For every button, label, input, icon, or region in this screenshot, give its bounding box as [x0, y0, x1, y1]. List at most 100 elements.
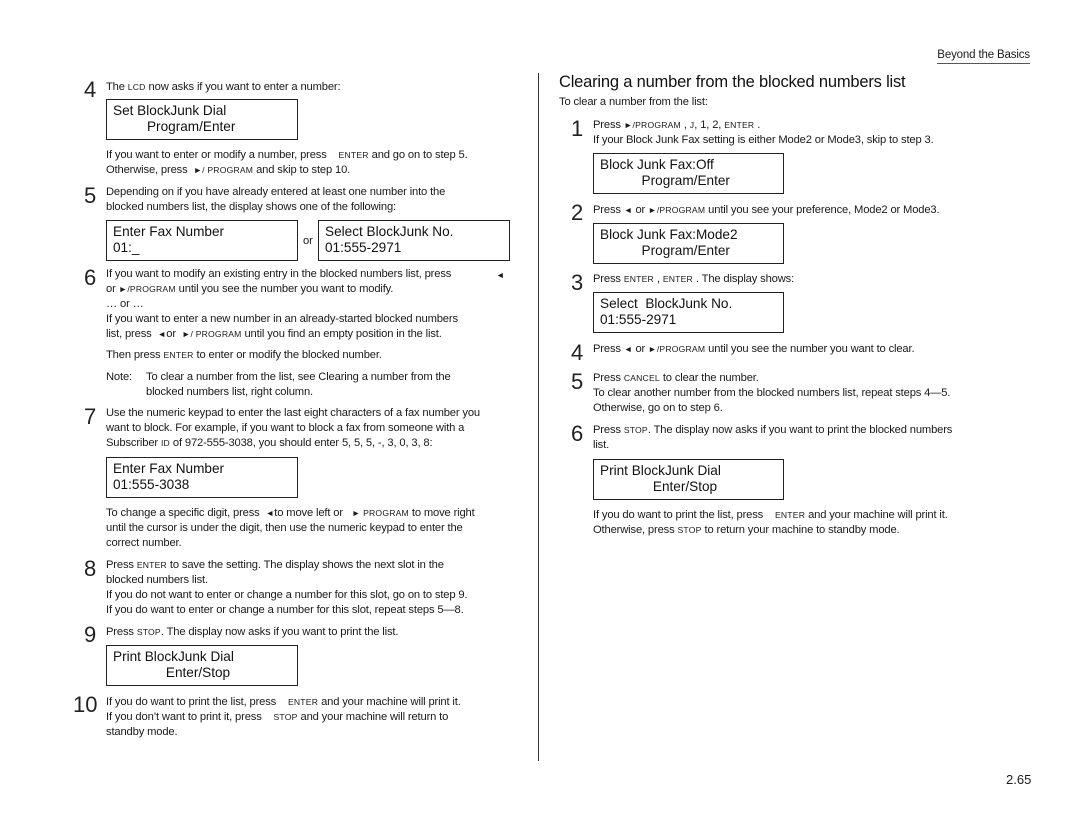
text: until you see the number you want to mod…	[175, 283, 394, 295]
key-label: ENTER	[724, 120, 755, 130]
lcd-display: Select BlockJunk No. 01:555-2971	[318, 220, 510, 261]
text: To change a specific digit, press	[106, 507, 263, 519]
key-label: ENTER	[287, 697, 319, 707]
key-label: ►/ PROGRAM	[193, 165, 254, 175]
lcd-line: 01:555-2971	[600, 312, 677, 327]
note-label: Note:	[106, 371, 132, 383]
step-text: If you want to enter a new number in an …	[106, 313, 458, 325]
step-text: Then press ENTER to enter or modify the …	[106, 348, 382, 363]
column-divider	[538, 73, 540, 761]
text: and your machine will print it.	[318, 696, 461, 708]
lcd-line: 01:_	[113, 240, 140, 255]
step-number: 6	[84, 265, 97, 290]
text: or	[166, 328, 179, 340]
key-label: ► PROGRAM	[351, 508, 409, 518]
note-text: blocked numbers list, right column.	[146, 386, 313, 398]
text: Press	[593, 343, 624, 355]
step-text: Use the numeric keypad to enter the last…	[106, 407, 481, 419]
text: now asks if you want to enter a number:	[145, 81, 341, 93]
step-text: If you do want to print the list, press …	[106, 695, 461, 710]
step-text: To clear another number from the blocked…	[593, 387, 951, 399]
step-text: Press STOP. The display now asks if you …	[106, 625, 398, 640]
step-number: 4	[571, 340, 584, 365]
lcd-line: Set BlockJunk Dial	[113, 103, 227, 118]
lcd-line: Select BlockJunk No.	[325, 224, 454, 239]
step-number: 4	[84, 77, 97, 102]
text: . The display shows:	[692, 273, 795, 285]
lcd-line: Program/Enter	[600, 243, 730, 258]
section-header: Beyond the Basics	[937, 48, 1030, 64]
step-text: If you do want to print the list, press …	[593, 508, 948, 523]
text: Otherwise, press	[593, 524, 678, 536]
lcd-line: Program/Enter	[600, 173, 730, 188]
note-text: To clear a number from the list, see Cle…	[146, 371, 451, 383]
step-text: … or …	[106, 298, 144, 310]
text: Press	[593, 204, 624, 216]
text: until you see the number you want to cle…	[705, 343, 915, 355]
key-label: LCD	[127, 82, 146, 92]
text: The	[106, 81, 128, 93]
lcd-line: Block Junk Fax:Off	[600, 157, 714, 172]
key-label: ◄	[623, 344, 633, 354]
step-text: correct number.	[106, 537, 182, 549]
text: If you want to enter or modify a number,…	[106, 149, 330, 161]
step-text: Press ◄ or ►/PROGRAM until you see the n…	[593, 342, 915, 357]
intro-text: To clear a number from the list:	[559, 96, 708, 108]
lcd-display: Set BlockJunk Dial Program/Enter	[106, 99, 298, 140]
lcd-line: 01:555-3038	[113, 477, 190, 492]
key-label: ENTER	[774, 510, 806, 520]
step-text: Otherwise, press STOP to return your mac…	[593, 523, 900, 538]
text: and your machine will print it.	[805, 509, 948, 521]
step-text: blocked numbers list.	[106, 574, 208, 586]
step-text: Press CANCEL to clear the number.	[593, 371, 759, 386]
key-label: ENTER	[163, 350, 194, 360]
text: to enter or modify the blocked number.	[193, 349, 382, 361]
text: ,	[680, 119, 690, 131]
step-text: list.	[593, 439, 610, 451]
step-text: want to block. For example, if you want …	[106, 422, 465, 434]
text: Press	[593, 119, 624, 131]
key-label: ◄	[265, 508, 275, 518]
text: Then press	[106, 349, 164, 361]
lcd-line: Select BlockJunk No.	[600, 296, 733, 311]
lcd-line: Print BlockJunk Dial	[113, 649, 234, 664]
text: or	[632, 204, 649, 216]
step-text: or ►/PROGRAM until you see the number yo…	[106, 282, 393, 297]
lcd-display: Enter Fax Number 01:555-3038	[106, 457, 298, 498]
lcd-line: Enter Fax Number	[113, 224, 225, 239]
or-label: or	[303, 235, 313, 247]
key-label: ENTER	[338, 150, 369, 160]
key-label: ◄	[157, 329, 167, 339]
key-label: ►/PROGRAM	[623, 120, 681, 130]
text: to clear the number.	[659, 372, 759, 384]
step-number: 5	[84, 183, 97, 208]
key-label: ID	[160, 438, 170, 448]
text: , 1, 2,	[694, 119, 725, 131]
step-text: Press ENTER , ENTER . The display shows:	[593, 272, 794, 287]
step-text: If you want to modify an existing entry …	[106, 268, 452, 280]
step-text: Otherwise, press ►/ PROGRAM and skip to …	[106, 163, 350, 178]
key-label: STOP	[623, 425, 648, 435]
step-number: 10	[73, 692, 98, 717]
step-text: To change a specific digit, press ◄to mo…	[106, 506, 475, 521]
text: to return your machine to standby mode.	[701, 524, 900, 536]
step-text: Otherwise, go on to step 6.	[593, 402, 723, 414]
text: Press	[593, 372, 624, 384]
text: until you find an empty position in the …	[241, 328, 442, 340]
text: . The display now asks if you want to pr…	[160, 626, 399, 638]
lcd-display: Print BlockJunk Dial Enter/Stop	[106, 645, 298, 686]
section-title: Clearing a number from the blocked numbe…	[559, 73, 906, 91]
key-label: STOP	[677, 525, 702, 535]
step-number: 1	[571, 116, 584, 141]
step-text: If you do want to enter or change a numb…	[106, 604, 464, 616]
lcd-display: Block Junk Fax:Off Program/Enter	[593, 153, 784, 194]
lcd-line: Program/Enter	[113, 119, 236, 134]
text: list, press	[106, 328, 155, 340]
lcd-display: Enter Fax Number 01:_	[106, 220, 298, 261]
step-text: Press STOP. The display now asks if you …	[593, 423, 952, 438]
text: .	[754, 119, 761, 131]
text: If you don’t want to print it, press	[106, 711, 265, 723]
text: Press	[106, 559, 137, 571]
text: and skip to step 10.	[253, 164, 351, 176]
text: and your machine will return to	[297, 711, 449, 723]
